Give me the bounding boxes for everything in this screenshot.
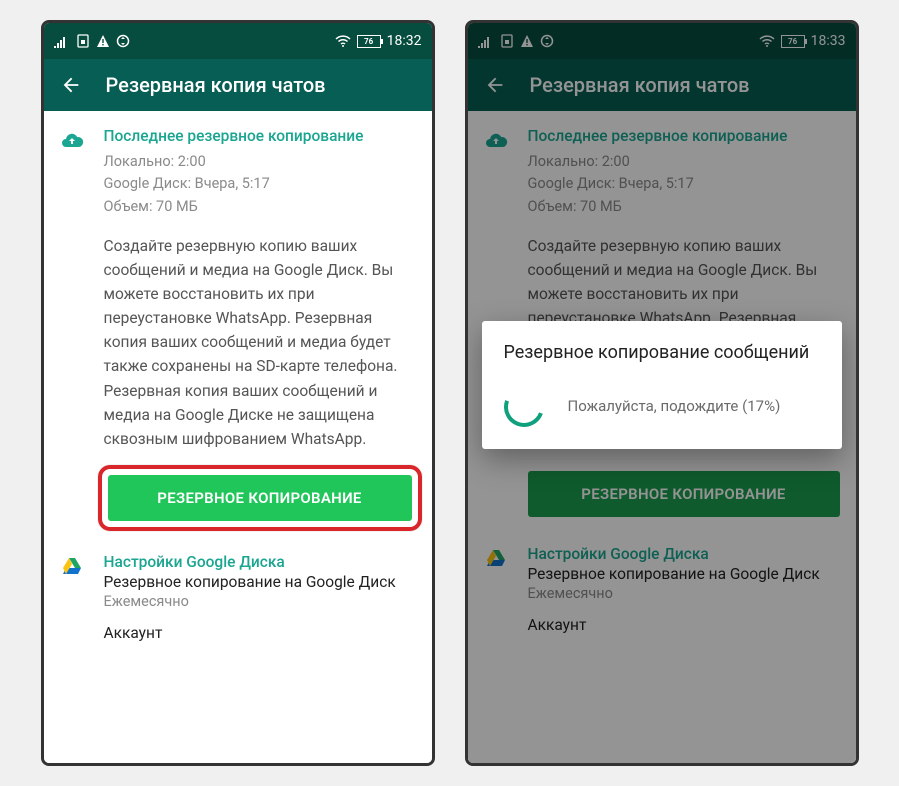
back-arrow-icon[interactable]: [60, 74, 82, 96]
battery-icon: 76: [357, 35, 381, 48]
warning-icon: [96, 34, 110, 48]
status-bar: 76 18:32: [44, 23, 432, 59]
gdrive-settings-title: Настройки Google Диска: [104, 553, 416, 571]
last-backup-local: Локально: 2:00: [104, 151, 416, 173]
last-backup-gdrive: Google Диск: Вчера, 5:17: [104, 173, 416, 195]
last-backup-section: Последнее резервное копирование Локально…: [44, 123, 432, 549]
cloud-upload-icon: [60, 129, 84, 153]
last-backup-size: Объем: 70 МБ: [104, 196, 416, 218]
account-label[interactable]: Аккаунт: [104, 624, 416, 642]
progress-dialog: Резервное копирование сообщений Пожалуйс…: [482, 321, 842, 449]
spinner-icon: [497, 381, 550, 434]
signal-icon: [54, 34, 70, 48]
dialog-wait-text: Пожалуйста, подождите (17%): [568, 396, 781, 418]
app-bar: Резервная копия чатов: [44, 59, 432, 111]
content-area: Последнее резервное копирование Локально…: [44, 111, 432, 766]
page-title: Резервная копия чатов: [106, 73, 326, 97]
gdrive-settings-section[interactable]: Настройки Google Диска Резервное копиров…: [44, 549, 432, 650]
status-left: [54, 34, 130, 48]
sim-icon: [76, 34, 90, 48]
status-right: 76 18:32: [335, 33, 422, 49]
gdrive-settings-sub: Резервное копирование на Google Диск: [104, 573, 416, 591]
clock: 18:32: [387, 33, 422, 49]
backup-description: Создайте резервную копию ваших сообщений…: [104, 234, 416, 450]
wifi-icon: [335, 34, 351, 48]
gdrive-settings-freq: Ежемесячно: [104, 593, 416, 610]
dialog-title: Резервное копирование сообщений: [504, 341, 820, 365]
highlight-annotation: РЕЗЕРВНОЕ КОПИРОВАНИЕ: [98, 465, 422, 531]
sync-icon: [116, 34, 130, 48]
phone-screenshot-left: 76 18:32 Резервная копия чатов Последнее…: [41, 20, 435, 766]
gdrive-icon: [60, 555, 84, 579]
last-backup-title: Последнее резервное копирование: [104, 127, 416, 145]
phone-screenshot-right: 76 18:33 Резервная копия чатов Последнее…: [465, 20, 859, 766]
backup-button[interactable]: РЕЗЕРВНОЕ КОПИРОВАНИЕ: [108, 475, 412, 521]
